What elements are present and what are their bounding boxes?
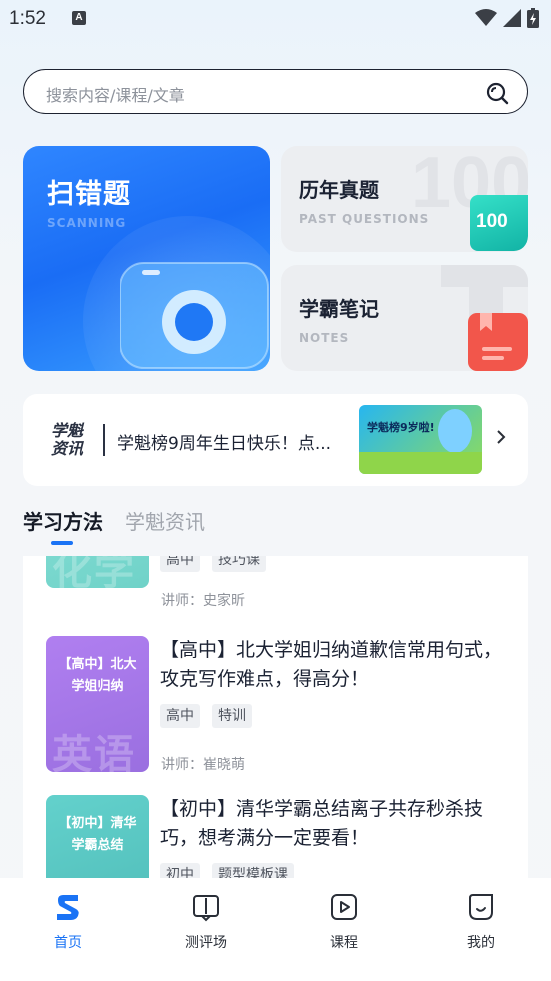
course-title: 【初中】清华学霸总结离子共存秒杀技巧，想考满分一定要看！ (160, 798, 484, 849)
bottom-navigation: 首页 测评场 课程 我的 (0, 878, 551, 981)
tag: 题型模板课 (212, 863, 294, 878)
notes-title: 学霸笔记 (299, 297, 379, 321)
course-thumbnail: 【初中】清华学霸总结 (46, 795, 149, 878)
news-logo-line1: 学魁 (51, 421, 84, 440)
nav-label: 测评场 (185, 935, 227, 951)
list-item[interactable]: 化学 高中 技巧课 讲师：史家昕 (23, 556, 528, 612)
tab-study-methods[interactable]: 学习方法 (23, 506, 103, 535)
course-title: 【高中】北大学姐归纳道歉信常用句式，攻克写作难点，得高分！ (160, 639, 503, 690)
score-badge-icon: 100 (470, 195, 528, 251)
nav-label: 课程 (330, 935, 358, 951)
past-title: 历年真题 (299, 178, 379, 202)
teacher-name: 讲师：史家昕 (161, 593, 245, 609)
play-icon (331, 894, 357, 920)
notebook-icon (468, 313, 528, 371)
search-icon[interactable] (485, 81, 509, 105)
list-item[interactable]: 【高中】北大学姐归纳 英语 【高中】北大学姐归纳道歉信常用句式，攻克写作难点，得… (23, 636, 528, 796)
notes-subtitle: NOTES (299, 331, 350, 345)
thumb-title: 【初中】清华学霸总结 (58, 816, 137, 853)
news-thumb-balloon (438, 409, 472, 453)
nav-assessment[interactable]: 测评场 (166, 892, 246, 952)
search-input[interactable]: 搜索内容/课程/文章 (46, 82, 185, 106)
news-thumb-ground (359, 452, 482, 474)
nav-label: 我的 (467, 935, 495, 951)
tag: 特训 (212, 704, 252, 728)
search-bar[interactable]: 搜索内容/课程/文章 (23, 69, 528, 114)
past-questions-card[interactable]: 100 历年真题 PAST QUESTIONS 100 (281, 146, 528, 252)
news-headline[interactable]: 学魁榜9周年生日快乐！点... (117, 429, 331, 454)
news-thumb-text: 学魁榜9岁啦! (367, 421, 435, 434)
news-banner[interactable]: 学魁 资讯 学魁榜9周年生日快乐！点... 学魁榜9岁啦! (23, 394, 528, 486)
home-logo-icon (57, 895, 79, 920)
scan-subtitle: SCANNING (47, 216, 127, 230)
battery-icon (527, 8, 539, 28)
tag: 高中 (160, 556, 200, 572)
notification-icon: A (72, 11, 86, 25)
status-time: 1:52 (9, 8, 46, 29)
tag: 初中 (160, 863, 200, 878)
tag: 技巧课 (212, 556, 266, 572)
tab-xuekui-news[interactable]: 学魁资讯 (125, 506, 205, 535)
news-logo-line2: 资讯 (51, 439, 84, 458)
course-list[interactable]: 化学 高中 技巧课 讲师：史家昕 【高中】北大学姐归纳 英语 【高中】北大学姐归… (23, 556, 528, 878)
status-icons (475, 8, 539, 28)
nav-home[interactable]: 首页 (28, 892, 108, 952)
news-thumbnail[interactable]: 学魁榜9岁啦! (359, 405, 482, 474)
list-item[interactable]: 【初中】清华学霸总结 【初中】清华学霸总结离子共存秒杀技巧，想考满分一定要看！ … (23, 795, 528, 878)
news-divider (103, 424, 105, 456)
thumb-subject: 化学 (52, 556, 136, 588)
news-logo: 学魁 资讯 (51, 422, 89, 458)
thumb-subject: 英语 (52, 732, 136, 772)
nav-mine[interactable]: 我的 (441, 892, 521, 952)
nav-courses[interactable]: 课程 (304, 892, 384, 952)
signal-icon (503, 9, 521, 27)
scan-title: 扫错题 (47, 179, 131, 210)
nav-label: 首页 (54, 935, 82, 951)
wifi-icon (475, 9, 497, 26)
scan-mistakes-card[interactable]: 扫错题 SCANNING (23, 146, 270, 371)
course-thumbnail: 化学 (46, 556, 149, 588)
tab-indicator (51, 541, 73, 545)
camera-icon (120, 262, 269, 369)
tag: 高中 (160, 704, 200, 728)
past-subtitle: PAST QUESTIONS (299, 212, 430, 226)
thumb-title: 【高中】北大学姐归纳 (58, 657, 137, 694)
teacher-name: 讲师：崔晓萌 (161, 757, 245, 773)
status-bar: 1:52 A (0, 0, 551, 40)
book-icon (193, 895, 219, 922)
chevron-right-icon[interactable] (496, 429, 506, 445)
smile-icon (469, 894, 493, 920)
course-thumbnail: 【高中】北大学姐归纳 英语 (46, 636, 149, 772)
notes-card[interactable]: 学霸笔记 NOTES (281, 265, 528, 371)
score-badge-label: 100 (476, 211, 508, 232)
